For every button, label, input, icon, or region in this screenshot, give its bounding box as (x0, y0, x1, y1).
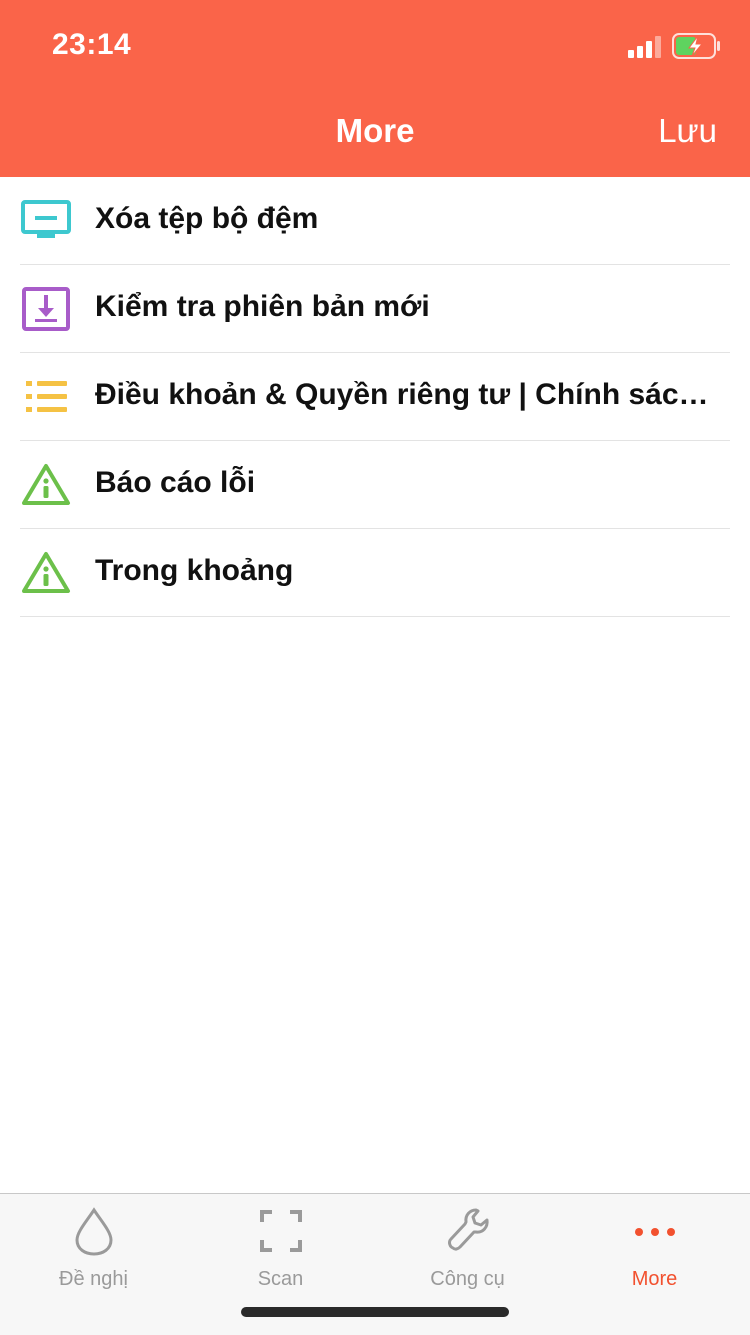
more-menu-list: Xóa tệp bộ đệm Kiểm tra phiên bản mới Đi… (0, 177, 750, 617)
drop-icon (75, 1207, 113, 1256)
save-button[interactable]: Lưu (658, 112, 717, 150)
menu-item-clear-cache[interactable]: Xóa tệp bộ đệm (20, 177, 730, 265)
scan-frame-icon (260, 1210, 302, 1252)
monitor-icon (21, 200, 71, 238)
nav-header: 23:14 More Lưu (0, 0, 750, 177)
menu-item-label: Xóa tệp bộ đệm (95, 202, 319, 235)
wrench-icon (448, 1208, 489, 1251)
menu-item-report-bug[interactable]: Báo cáo lỗi (20, 441, 730, 529)
tab-more[interactable]: More (561, 1194, 748, 1294)
home-indicator (241, 1307, 509, 1317)
tab-label: Đề nghị (59, 1268, 128, 1290)
tab-label: Scan (257, 1268, 304, 1290)
list-icon (26, 381, 67, 412)
info-triangle-icon (22, 552, 70, 593)
info-triangle-icon (22, 464, 70, 505)
menu-item-label: Báo cáo lỗi (95, 466, 256, 499)
menu-item-about[interactable]: Trong khoảng (20, 529, 730, 617)
tab-label: Công cụ (430, 1268, 505, 1290)
page-title: More (335, 112, 415, 149)
tab-tools[interactable]: Công cụ (374, 1194, 561, 1294)
more-dots-icon (635, 1228, 675, 1236)
download-box-icon (22, 287, 70, 331)
menu-item-label: Kiểm tra phiên bản mới (95, 290, 430, 323)
tab-label: More (631, 1268, 678, 1290)
tab-suggestions[interactable]: Đề nghị (0, 1194, 187, 1294)
signal-icon (628, 36, 661, 58)
menu-item-terms-privacy[interactable]: Điều khoản & Quyền riêng tư | Chính sách… (20, 353, 730, 441)
battery-charging-icon (672, 33, 720, 59)
menu-item-label: Điều khoản & Quyền riêng tư | Chính sách… (95, 378, 725, 411)
tab-scan[interactable]: Scan (187, 1194, 374, 1294)
menu-item-label: Trong khoảng (95, 554, 294, 587)
status-time: 23:14 (52, 28, 132, 61)
menu-item-check-update[interactable]: Kiểm tra phiên bản mới (20, 265, 730, 353)
